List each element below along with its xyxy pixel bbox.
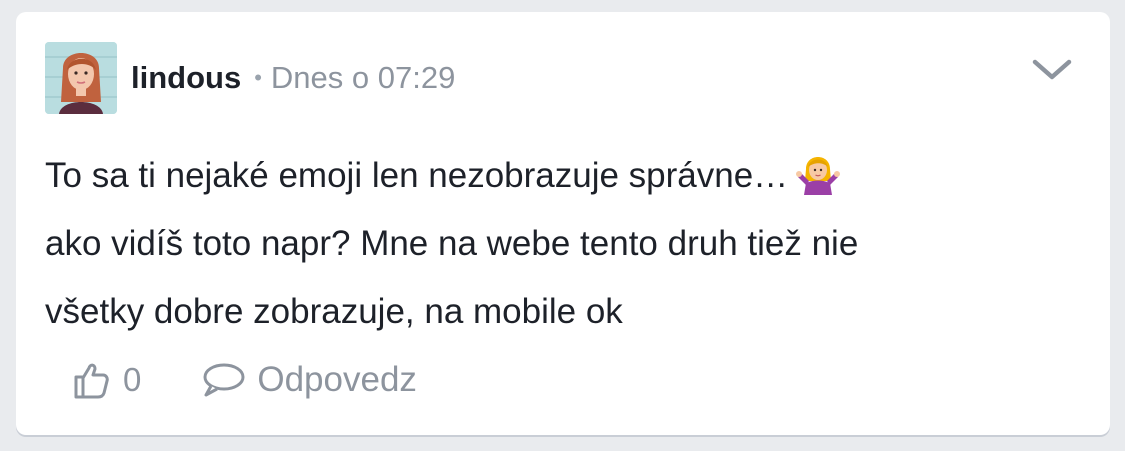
post-body: To sa ti nejaké emoji len nezobrazuje sp…	[45, 142, 1055, 346]
post-text-line: To sa ti nejaké emoji len nezobrazuje sp…	[45, 142, 1055, 210]
post-timestamp[interactable]: Dnes o 07:29	[271, 60, 455, 96]
reply-label: Odpovedz	[257, 360, 417, 399]
post-text-line: všetky dobre zobrazuje, na mobile ok	[45, 292, 623, 331]
speech-bubble-icon	[203, 363, 245, 397]
post-text-segment: To sa ti nejaké emoji len nezobrazuje sp…	[45, 156, 789, 195]
meta-separator: •	[254, 65, 262, 90]
post-author[interactable]: lindous	[131, 60, 241, 96]
post-header: lindous • Dnes o 07:29	[45, 42, 455, 114]
woman-shrugging-emoji-icon	[796, 157, 841, 195]
like-count: 0	[123, 361, 142, 398]
reply-button[interactable]: Odpovedz	[201, 360, 417, 400]
post-actions: 0 Odpovedz	[73, 360, 417, 400]
chevron-down-icon[interactable]	[1030, 56, 1074, 84]
thumbs-up-icon	[74, 363, 109, 399]
post-card: lindous • Dnes o 07:29 To sa ti nejaké e…	[16, 12, 1110, 435]
post-text-line: ako vidíš toto napr? Mne na webe tento d…	[45, 224, 859, 263]
like-button[interactable]: 0	[73, 360, 141, 400]
avatar[interactable]	[45, 42, 117, 114]
